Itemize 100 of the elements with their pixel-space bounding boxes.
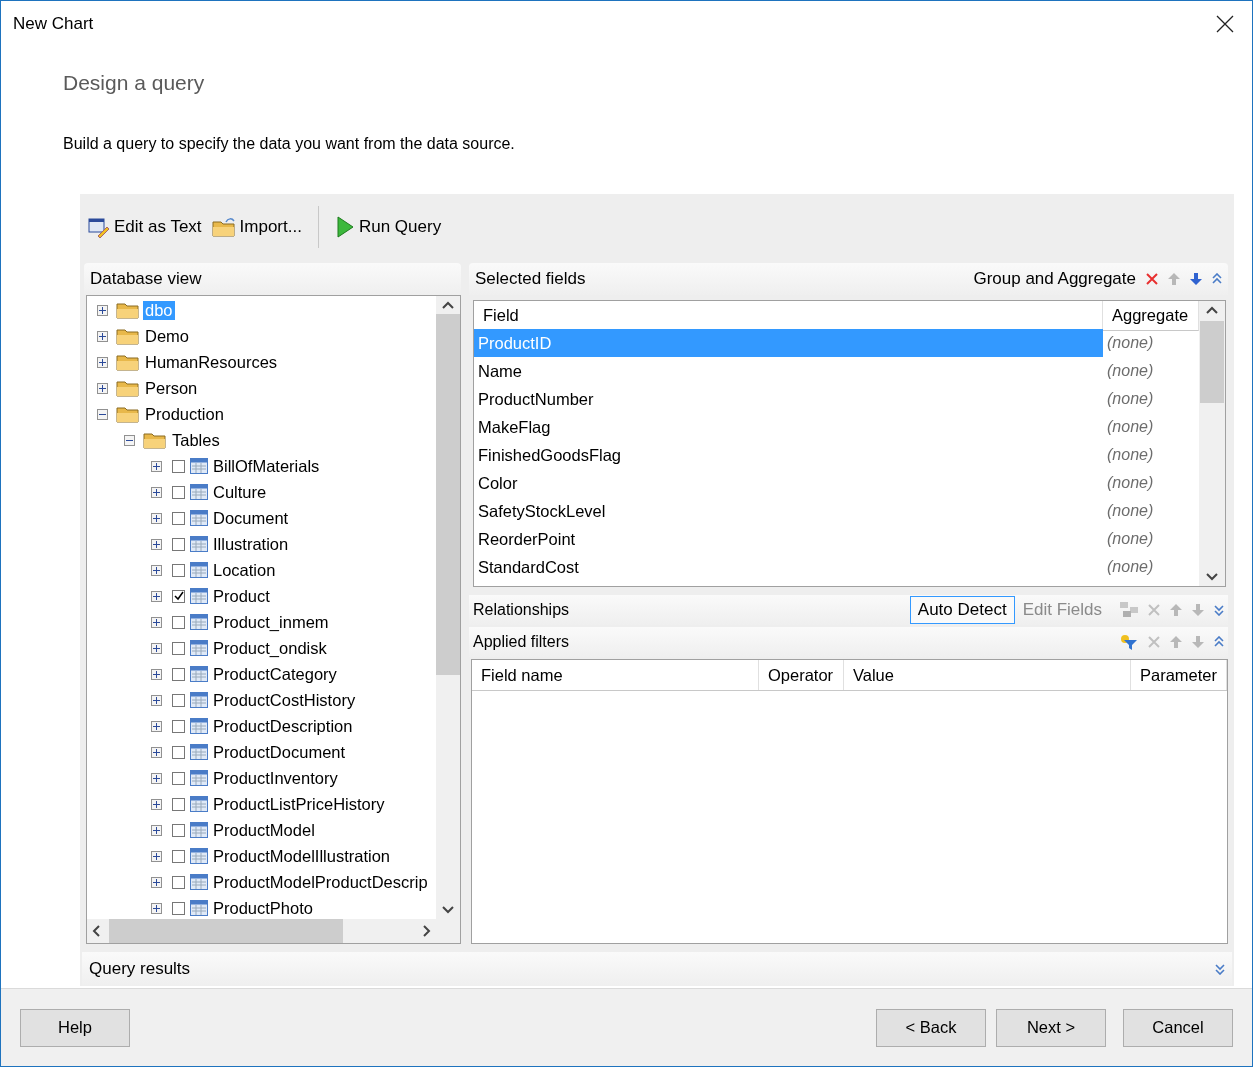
- checkbox[interactable]: [172, 823, 185, 837]
- tree-item[interactable]: HumanResources: [143, 352, 280, 372]
- tree-item[interactable]: Product: [211, 586, 272, 606]
- expand-toggle[interactable]: [151, 850, 162, 862]
- toolbar-button[interactable]: Edit as Text: [86, 214, 204, 241]
- checkbox[interactable]: [172, 797, 185, 811]
- tree-item[interactable]: Tables: [170, 430, 222, 450]
- checkbox[interactable]: [172, 537, 185, 551]
- aggregate-cell[interactable]: (none): [1103, 525, 1199, 554]
- expand-toggle[interactable]: [97, 330, 108, 342]
- edit-icon: [88, 216, 110, 239]
- expand-toggle[interactable]: [151, 564, 162, 576]
- column-header[interactable]: Value: [843, 660, 1131, 691]
- toolbar-button[interactable]: Run Query: [332, 214, 444, 241]
- expand-toggle[interactable]: [151, 668, 162, 680]
- collapse-toggle[interactable]: [97, 408, 108, 420]
- checkbox[interactable]: [172, 589, 185, 603]
- checkbox[interactable]: [172, 667, 185, 681]
- tree-item[interactable]: ProductModelProductDescrip: [211, 872, 430, 892]
- expand-toggle[interactable]: [97, 382, 108, 394]
- tree-item[interactable]: ProductCategory: [211, 664, 339, 684]
- expand-toggle[interactable]: [151, 642, 162, 654]
- checkbox[interactable]: [172, 849, 185, 863]
- table-icon: [190, 640, 208, 657]
- tree-item[interactable]: Production: [143, 404, 226, 424]
- expand-toggle[interactable]: [151, 876, 162, 888]
- checkbox[interactable]: [172, 771, 185, 785]
- checkbox[interactable]: [172, 719, 185, 733]
- table-icon: [190, 588, 208, 605]
- dialog-button[interactable]: < Back: [876, 1008, 986, 1047]
- checkbox[interactable]: [172, 901, 185, 915]
- tree-item[interactable]: Product_inmem: [211, 612, 331, 632]
- vertical-scrollbar[interactable]: [1199, 301, 1225, 587]
- column-header[interactable]: Parameter: [1130, 660, 1227, 691]
- expand-toggle[interactable]: [151, 694, 162, 706]
- tree-item[interactable]: ProductModel: [211, 820, 317, 840]
- tree-item[interactable]: Person: [143, 378, 200, 398]
- tree-item[interactable]: ProductPhoto: [211, 898, 315, 918]
- checkbox[interactable]: [172, 459, 185, 473]
- relationship-button[interactable]: Auto Detect: [909, 596, 1015, 625]
- tree-item[interactable]: Illustration: [211, 534, 291, 554]
- toolbar-button[interactable]: Import...: [209, 214, 304, 241]
- tree-item[interactable]: Demo: [143, 326, 191, 346]
- expand-toggle[interactable]: [97, 356, 108, 368]
- expand-toggle[interactable]: [151, 720, 162, 732]
- column-header[interactable]: Field name: [471, 660, 759, 691]
- aggregate-cell[interactable]: (none): [1103, 357, 1199, 386]
- tree-item[interactable]: ProductInventory: [211, 768, 340, 788]
- tree-item[interactable]: ProductListPriceHistory: [211, 794, 387, 814]
- tree-item[interactable]: ProductDocument: [211, 742, 348, 762]
- checkbox[interactable]: [172, 511, 185, 525]
- group-aggregate-label[interactable]: Group and Aggregate: [973, 269, 1136, 290]
- aggregate-cell[interactable]: (none): [1103, 385, 1199, 414]
- aggregate-cell[interactable]: (none): [1103, 441, 1199, 470]
- aggregate-cell[interactable]: (none): [1103, 413, 1199, 442]
- expand-toggle[interactable]: [151, 538, 162, 550]
- expand-toggle[interactable]: [151, 460, 162, 472]
- dialog-button[interactable]: Cancel: [1123, 1008, 1233, 1047]
- expand-toggle[interactable]: [151, 746, 162, 758]
- expand-toggle[interactable]: [151, 824, 162, 836]
- tree-item[interactable]: BillOfMaterials: [211, 456, 322, 476]
- expand-toggle[interactable]: [151, 902, 162, 914]
- aggregate-cell[interactable]: (none): [1103, 329, 1199, 358]
- scrollbar-thumb[interactable]: [1200, 321, 1224, 404]
- tree-item[interactable]: Culture: [211, 482, 269, 502]
- collapse-toggle[interactable]: [124, 434, 135, 446]
- scrollbar-thumb[interactable]: [435, 314, 460, 676]
- column-header[interactable]: Operator: [758, 660, 844, 691]
- aggregate-cell[interactable]: (none): [1103, 469, 1199, 498]
- checkbox[interactable]: [172, 485, 185, 499]
- expand-toggle[interactable]: [151, 512, 162, 524]
- expand-toggle[interactable]: [151, 590, 162, 602]
- tree-item[interactable]: ProductDescription: [211, 716, 355, 736]
- aggregate-cell[interactable]: (none): [1103, 497, 1199, 526]
- vertical-scrollbar[interactable]: [435, 296, 460, 920]
- checkbox[interactable]: [172, 641, 185, 655]
- horizontal-scrollbar[interactable]: [87, 919, 436, 944]
- scroll-down-icon: [1205, 572, 1219, 583]
- folder-icon: [143, 431, 167, 450]
- tree-item[interactable]: ProductModelIllustration: [211, 846, 392, 866]
- expand-toggle[interactable]: [151, 798, 162, 810]
- tree-item[interactable]: Location: [211, 560, 278, 580]
- checkbox[interactable]: [172, 563, 185, 577]
- expand-toggle[interactable]: [151, 616, 162, 628]
- tree-item[interactable]: Product_ondisk: [211, 638, 329, 658]
- scrollbar-thumb[interactable]: [109, 919, 343, 944]
- checkbox[interactable]: [172, 875, 185, 889]
- dialog-button[interactable]: Next >: [996, 1008, 1106, 1047]
- expand-toggle[interactable]: [151, 486, 162, 498]
- tree-item[interactable]: ProductCostHistory: [211, 690, 358, 710]
- expand-toggle[interactable]: [97, 304, 108, 316]
- table-icon: [190, 614, 208, 631]
- checkbox[interactable]: [172, 745, 185, 759]
- dialog-button[interactable]: Help: [20, 1008, 130, 1047]
- checkbox[interactable]: [172, 615, 185, 629]
- table-icon: [190, 510, 208, 527]
- tree-item[interactable]: Document: [211, 508, 291, 528]
- aggregate-cell[interactable]: (none): [1103, 553, 1199, 582]
- checkbox[interactable]: [172, 693, 185, 707]
- expand-toggle[interactable]: [151, 772, 162, 784]
